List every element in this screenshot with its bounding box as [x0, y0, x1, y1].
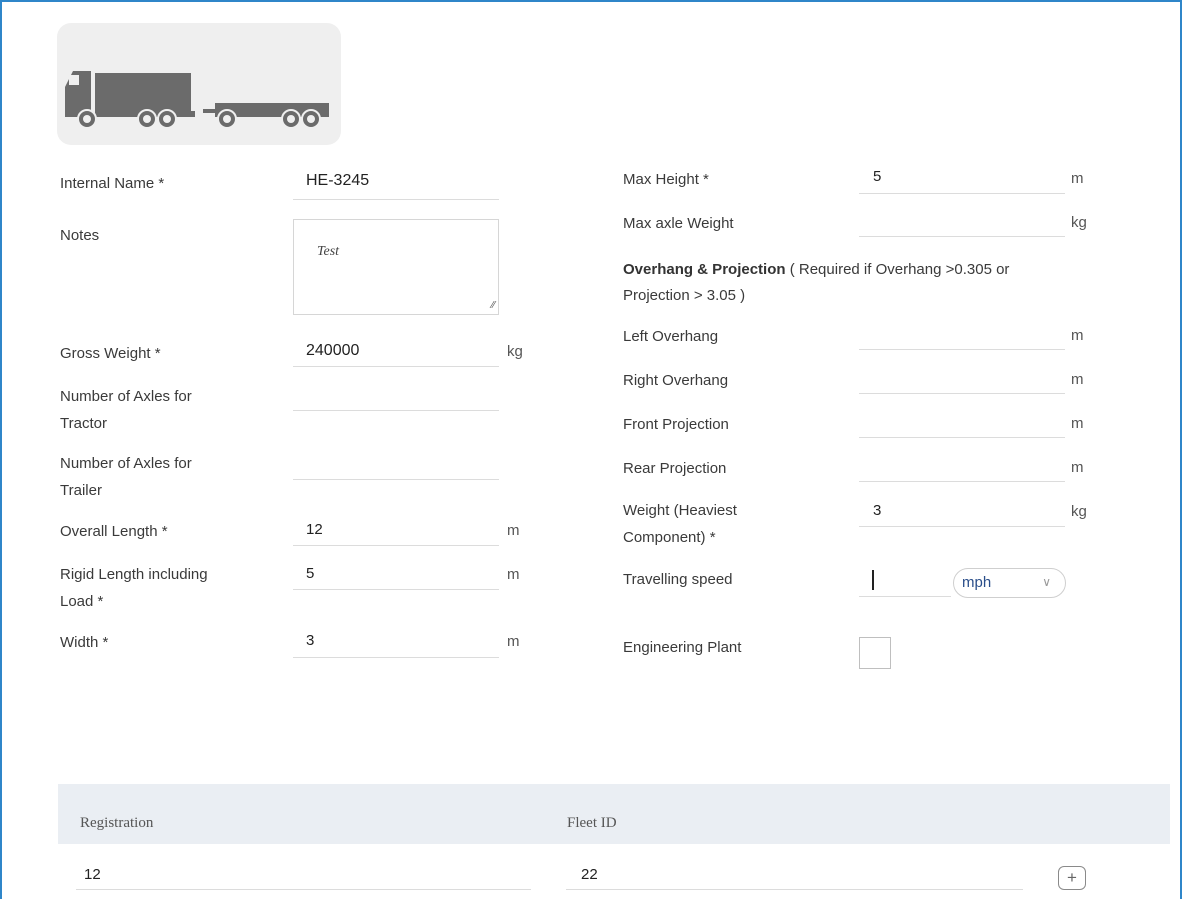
- axles-trailer-input[interactable]: [293, 479, 499, 480]
- rigid-length-label-line1: Rigid Length including: [60, 566, 208, 583]
- overhang-heading-bold: Overhang & Projection: [623, 261, 786, 278]
- gross-weight-label: Gross Weight *: [60, 345, 161, 362]
- truck-with-trailer-icon: [65, 71, 329, 129]
- overall-length-input[interactable]: 12: [306, 521, 323, 538]
- notes-textarea[interactable]: Test ⁄⁄: [293, 219, 499, 315]
- heaviest-component-label-line2: Component) *: [623, 529, 716, 546]
- left-overhang-unit: m: [1071, 327, 1084, 344]
- add-row-button[interactable]: +: [1058, 866, 1086, 890]
- registration-input[interactable]: 12: [84, 866, 101, 883]
- rear-projection-label: Rear Projection: [623, 460, 727, 477]
- max-axle-weight-unit: kg: [1071, 214, 1087, 231]
- max-height-underline: [859, 193, 1065, 194]
- text-cursor: [872, 570, 874, 590]
- right-overhang-input[interactable]: [859, 393, 1065, 394]
- left-overhang-label: Left Overhang: [623, 328, 719, 345]
- engineering-plant-label: Engineering Plant: [623, 639, 742, 656]
- axles-tractor-input[interactable]: [293, 410, 499, 411]
- overall-length-underline: [293, 545, 499, 546]
- left-overhang-input[interactable]: [859, 349, 1065, 350]
- rear-projection-input[interactable]: [859, 481, 1065, 482]
- heaviest-component-input[interactable]: 3: [873, 502, 881, 519]
- vehicle-card: [57, 23, 341, 145]
- travelling-speed-label: Travelling speed: [623, 571, 733, 588]
- width-input[interactable]: 3: [306, 632, 314, 649]
- max-axle-weight-input[interactable]: [859, 236, 1065, 237]
- heaviest-component-label-line1: Weight (Heaviest: [623, 502, 737, 519]
- internal-name-input[interactable]: HE-3245: [306, 172, 369, 190]
- notes-label: Notes: [60, 227, 100, 244]
- notes-text: Test: [317, 244, 340, 259]
- right-overhang-unit: m: [1071, 371, 1084, 388]
- axles-tractor-label-line1: Number of Axles for: [60, 388, 192, 405]
- max-height-unit: m: [1071, 170, 1084, 187]
- rear-projection-unit: m: [1071, 459, 1084, 476]
- right-overhang-label: Right Overhang: [623, 372, 729, 389]
- max-height-label: Max Height *: [623, 171, 709, 188]
- rigid-length-unit: m: [507, 566, 520, 583]
- width-label: Width *: [60, 634, 109, 651]
- speed-unit-select[interactable]: mph ∨: [953, 568, 1066, 598]
- front-projection-label: Front Projection: [623, 416, 729, 433]
- speed-unit-value: mph: [962, 574, 992, 591]
- overhang-heading-note: ( Required if Overhang >0.305 or: [785, 261, 1010, 278]
- gross-weight-underline: [293, 366, 499, 367]
- internal-name-label: Internal Name *: [60, 175, 165, 192]
- heaviest-component-underline: [859, 526, 1065, 527]
- overall-length-label: Overall Length *: [60, 523, 168, 540]
- chevron-down-icon: ∨: [1042, 575, 1051, 589]
- width-unit: m: [507, 633, 520, 650]
- resize-handle-icon[interactable]: ⁄⁄: [492, 300, 495, 311]
- registration-underline: [76, 889, 531, 890]
- axles-trailer-label-line2: Trailer: [60, 482, 102, 499]
- gross-weight-input[interactable]: 240000: [306, 342, 359, 360]
- fleet-id-underline: [566, 889, 1023, 890]
- max-axle-weight-label: Max axle Weight: [623, 215, 734, 232]
- internal-name-underline: [293, 199, 499, 200]
- travelling-speed-input[interactable]: [859, 596, 951, 597]
- rigid-length-label-line2: Load *: [60, 593, 104, 610]
- table-header: Registration Fleet ID: [58, 784, 1170, 844]
- overall-length-unit: m: [507, 522, 520, 539]
- overhang-heading-line1: Overhang & Projection ( Required if Over…: [623, 259, 1009, 281]
- front-projection-input[interactable]: [859, 437, 1065, 438]
- width-underline: [293, 657, 499, 658]
- overhang-heading-line2: Projection > 3.05 ): [623, 287, 746, 304]
- heaviest-component-unit: kg: [1071, 503, 1087, 520]
- front-projection-unit: m: [1071, 415, 1084, 432]
- engineering-plant-checkbox[interactable]: [859, 637, 891, 669]
- gross-weight-unit: kg: [507, 343, 523, 360]
- rigid-length-underline: [293, 589, 499, 590]
- fleet-id-input[interactable]: 22: [581, 866, 598, 883]
- rigid-length-input[interactable]: 5: [306, 565, 314, 582]
- fleet-id-column-header: Fleet ID: [567, 815, 617, 831]
- axles-tractor-label-line2: Tractor: [60, 415, 107, 432]
- registration-column-header: Registration: [80, 815, 154, 831]
- axles-trailer-label-line1: Number of Axles for: [60, 455, 192, 472]
- max-height-input[interactable]: 5: [873, 168, 881, 185]
